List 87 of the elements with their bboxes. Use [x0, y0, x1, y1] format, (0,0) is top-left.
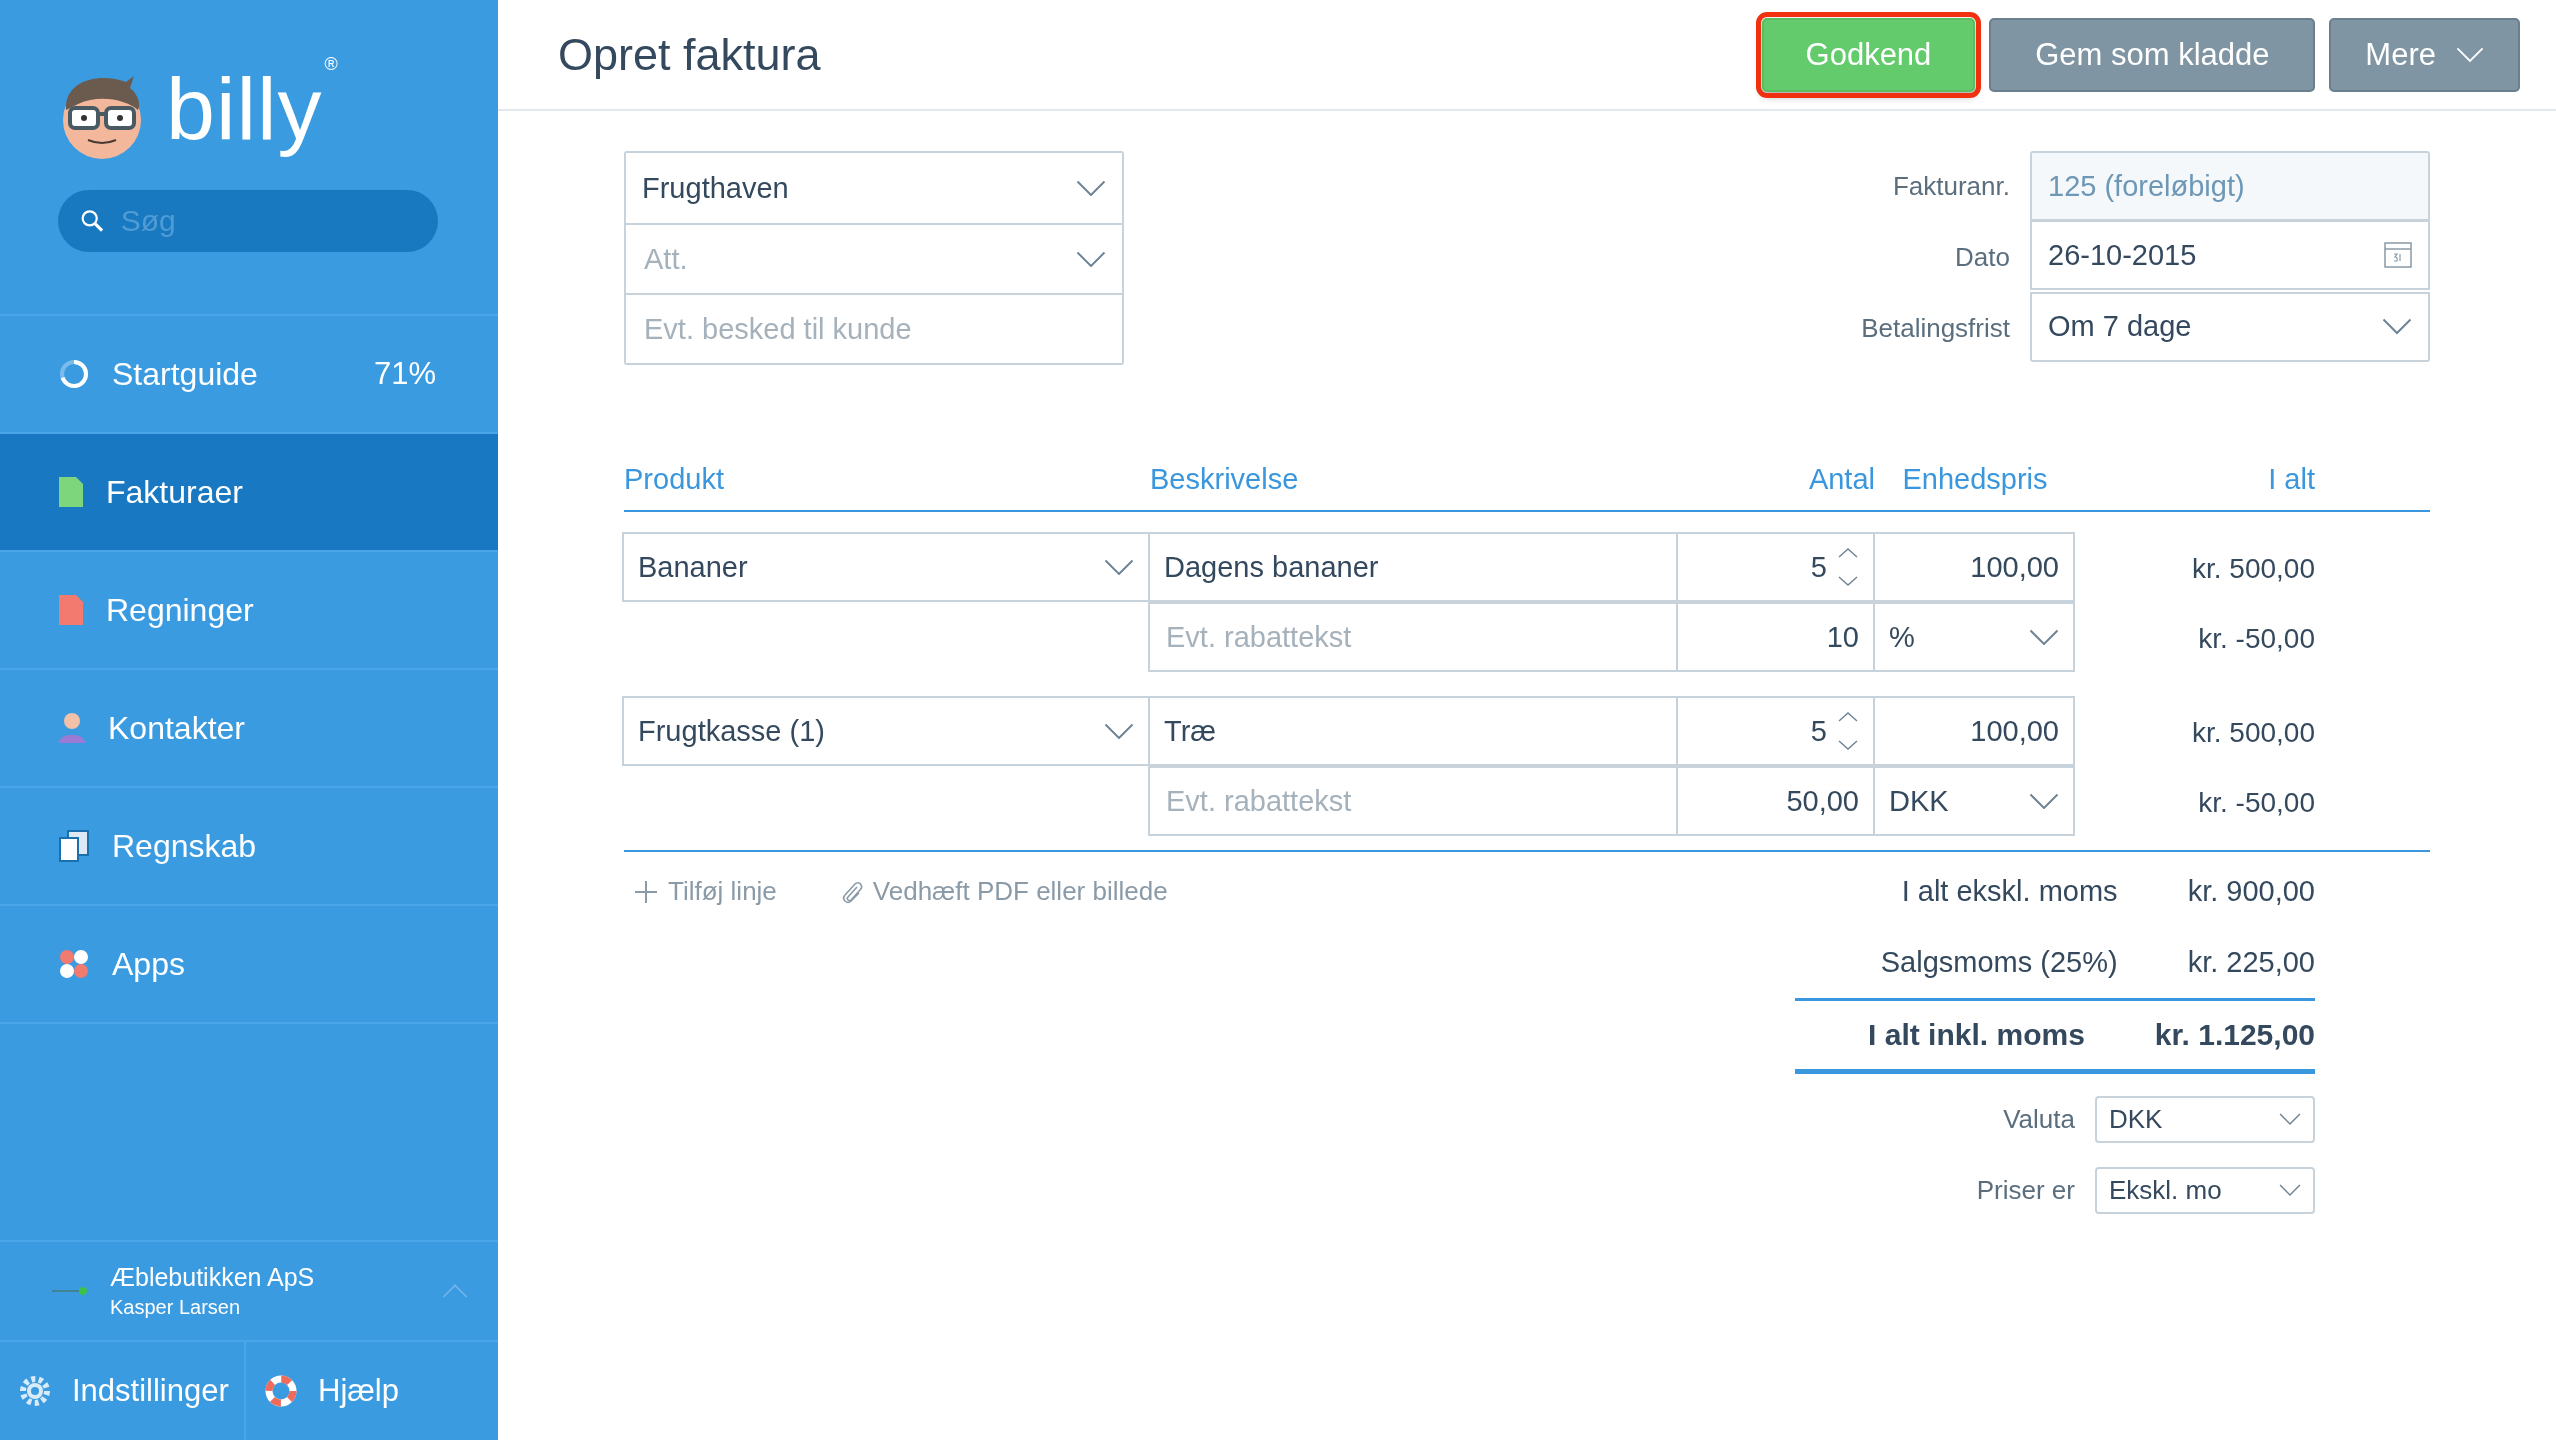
description-field[interactable]: Dagens bananer	[1148, 532, 1678, 602]
discount-text-box[interactable]: Evt. rabattekst	[1148, 766, 1678, 836]
discount-unit-select[interactable]: DKK	[1873, 766, 2075, 836]
unit-price-field[interactable]: 100,00	[1873, 532, 2075, 602]
line-total: kr. 500,00	[2191, 716, 2315, 750]
chevron-down-icon	[2456, 46, 2484, 63]
date-field[interactable]: 26-10-2015	[2030, 220, 2430, 291]
footer-label: Hjælp	[318, 1373, 399, 1409]
total-label: I alt inkl. moms	[1867, 1018, 2086, 1052]
progress-percent: 71%	[373, 356, 436, 392]
nav-label: Regninger	[106, 591, 255, 629]
chevron-down-icon	[1076, 250, 1106, 268]
total-value: kr. 1.125,00	[2154, 1018, 2315, 1052]
field-label: Betalingsfrist	[1861, 312, 2010, 346]
column-header: Beskrivelse	[1150, 463, 1300, 497]
nav-item[interactable]: Fakturaer	[0, 434, 498, 552]
column-header: Antal	[1807, 463, 1875, 497]
column-header: Produkt	[624, 463, 725, 497]
total-value: kr. 900,00	[2187, 875, 2315, 908]
chevron-down-icon	[1104, 722, 1134, 740]
registered-mark: ®	[324, 54, 338, 75]
stepper-icon[interactable]	[1837, 711, 1859, 751]
product-name: Bananer	[638, 550, 748, 584]
plus-icon	[634, 879, 658, 904]
progress-ring-icon	[58, 358, 90, 390]
payment-terms-select[interactable]: Om 7 dage	[2030, 291, 2430, 362]
quantity-field[interactable]: 5	[1676, 532, 1875, 602]
nav-label: Apps	[112, 945, 186, 983]
total-label: I alt ekskl. moms	[1900, 875, 2119, 908]
nav-label: Kontakter	[108, 709, 246, 747]
attention-field[interactable]: Att.	[642, 241, 1076, 277]
person-icon	[58, 712, 86, 744]
document-icon	[58, 594, 84, 626]
field-label: Fakturanr.	[1891, 169, 2010, 203]
discount-unit: %	[1889, 620, 1915, 654]
page-title: Opret faktura	[558, 28, 822, 81]
settings-icon	[18, 1374, 52, 1408]
discount-total: kr. -50,00	[2197, 786, 2315, 820]
chevron-up-icon	[442, 1283, 468, 1299]
lifebuoy-icon	[264, 1374, 298, 1408]
description-field[interactable]: Træ	[1148, 696, 1678, 766]
total-value: kr. 225,00	[2187, 946, 2315, 979]
chevron-down-icon	[1104, 558, 1134, 576]
documents-icon	[58, 830, 90, 862]
company-logo-icon	[52, 1286, 88, 1296]
chevron-down-icon	[2029, 792, 2059, 810]
currency-select[interactable]: DKK	[2095, 1096, 2315, 1143]
document-icon	[58, 476, 84, 508]
total-label: Salgsmoms (25%)	[1879, 946, 2119, 979]
chevron-down-icon	[2279, 1113, 2301, 1126]
quantity-field[interactable]: 5	[1676, 696, 1875, 766]
quantity-value: 5	[1810, 714, 1827, 748]
quantity-value: 5	[1810, 550, 1827, 584]
discount-unit: DKK	[1889, 784, 1949, 818]
discount-total: kr. -50,00	[2197, 622, 2315, 656]
nav-label: Regnskab	[112, 827, 258, 865]
discount-text-box[interactable]: Evt. rabattekst	[1148, 602, 1678, 672]
product-name: Frugtkasse (1)	[638, 714, 825, 748]
field-label: Priser er	[1976, 1175, 2075, 1206]
column-header: Enhedspris	[1901, 463, 2049, 497]
field-label: Dato	[1954, 240, 2010, 274]
nav-label: Fakturaer	[106, 473, 244, 511]
company-name: Æblebutikken ApS	[110, 1263, 316, 1292]
discount-value-field[interactable]: 10	[1676, 602, 1875, 672]
discount-value-field[interactable]: 50,00	[1676, 766, 1875, 836]
price-mode-select[interactable]: Ekskl. mo	[2095, 1167, 2315, 1214]
chevron-down-icon	[2279, 1184, 2301, 1197]
discount-unit-select[interactable]: %	[1873, 602, 2075, 672]
stepper-icon[interactable]	[1837, 547, 1859, 587]
message-field[interactable]: Evt. besked til kunde	[642, 311, 1106, 347]
unit-price-field[interactable]: 100,00	[1873, 696, 2075, 766]
user-name: Kasper Larsen	[110, 1296, 242, 1319]
product-select[interactable]: Bananer	[622, 532, 1150, 602]
chevron-down-icon	[2382, 318, 2412, 335]
product-select[interactable]: Frugtkasse (1)	[622, 696, 1150, 766]
line-total: kr. 500,00	[2191, 552, 2315, 586]
field-label: Valuta	[2003, 1104, 2075, 1135]
chevron-down-icon	[1076, 179, 1106, 197]
column-header: I alt	[2267, 463, 2315, 497]
invoice-number-field: 125 (foreløbigt)	[2030, 151, 2430, 221]
footer-label: Indstillinger	[72, 1373, 229, 1409]
chevron-down-icon	[2029, 628, 2059, 646]
apps-icon	[58, 948, 90, 980]
calendar-icon[interactable]	[2384, 242, 2412, 269]
nav-label: Startguide	[112, 355, 259, 393]
discount-text-field[interactable]: Evt. rabattekst	[1164, 783, 1662, 819]
discount-text-field[interactable]: Evt. rabattekst	[1164, 619, 1662, 655]
